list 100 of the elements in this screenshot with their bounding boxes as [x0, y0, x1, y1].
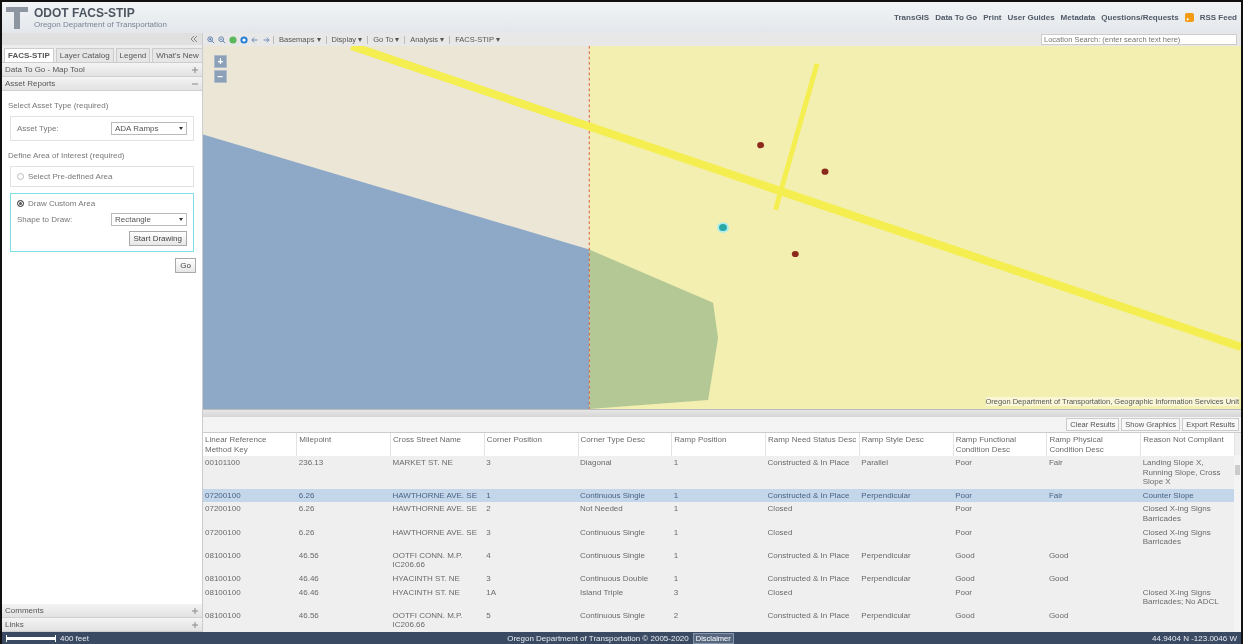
table-cell-text: Good: [954, 573, 976, 586]
zoom-in-icon[interactable]: [207, 35, 215, 44]
table-cell: 00101100: [203, 456, 297, 489]
table-cell-text: Poor: [954, 586, 974, 599]
table-cell-text: Good: [1047, 609, 1070, 622]
table-cell-text: 08100100: [204, 586, 242, 599]
table-cell-text: 46.46: [297, 586, 320, 599]
go-button[interactable]: Go: [175, 258, 196, 273]
table-cell: Poor: [953, 488, 1047, 503]
table-cell: Poor: [953, 456, 1047, 489]
header-link[interactable]: Data To Go: [935, 13, 978, 22]
table-cell-text: Closed X-ing Signs Barricades; No ADCL: [1141, 586, 1220, 609]
sidebar-tab[interactable]: What's New: [152, 48, 203, 62]
table-cell-text: HAWTHORNE AVE. SE: [391, 526, 478, 539]
table-cell: Fair: [1046, 488, 1141, 503]
table-cell-text: 3: [485, 526, 492, 539]
radio-button[interactable]: [17, 173, 24, 180]
table-cell: 6.26: [296, 488, 391, 503]
table-cell: Closed X-ing Signs Barricades: [1140, 502, 1235, 526]
sidebar-tab[interactable]: Legend: [115, 48, 151, 62]
sidebar-tab[interactable]: FACS-STIP: [4, 48, 54, 62]
accordion-header[interactable]: Data To Go - Map Tool: [2, 63, 202, 77]
table-cell: Poor: [953, 502, 1047, 526]
coordinates-text: 44.9404 N -123.0046 W: [1152, 633, 1237, 643]
collapse-icon[interactable]: [189, 35, 198, 43]
table-cell-text: Continuous Single: [579, 526, 646, 539]
radio-button[interactable]: [17, 200, 24, 207]
table-cell: Landing Slope X, Running Slope, Cross Slope X: [1140, 456, 1235, 489]
forward-arrow-icon[interactable]: [262, 35, 270, 44]
section-heading: Define Area of Interest (required): [8, 151, 126, 160]
table-cell-text: Closed: [766, 526, 794, 539]
splitter-bar[interactable]: [203, 408, 1241, 417]
table-cell-text: Good: [1047, 549, 1070, 562]
table-cell-text: Good: [1047, 573, 1070, 586]
sidebar-tab[interactable]: Layer Catalog: [55, 48, 114, 62]
globe-icon[interactable]: [229, 35, 237, 44]
table-cell-text: Continuous Single: [579, 609, 646, 622]
table-cell-text: Island Triple: [579, 586, 625, 599]
expand-icon: [191, 620, 199, 629]
header-link[interactable]: User Guides: [1007, 13, 1055, 22]
table-cell-text: 6.26: [297, 526, 316, 539]
table-cell: 07200100: [203, 502, 297, 526]
table-cell: 2: [484, 502, 579, 526]
table-cell: Parallel: [859, 456, 954, 489]
accordion-header[interactable]: Comments: [2, 604, 202, 618]
table-cell-text: 08100100: [204, 549, 242, 562]
scrollbar[interactable]: [1234, 454, 1241, 632]
table-cell: Fair: [1046, 456, 1141, 489]
accordion-header[interactable]: Links: [2, 618, 202, 632]
shape-dropdown[interactable]: Rectangle: [111, 213, 187, 226]
table-cell: Diagonal: [578, 456, 672, 489]
table-cell: Perpendicular: [859, 488, 954, 503]
table-cell: Continuous Single: [578, 488, 672, 503]
table-cell-text: Continuous Double: [579, 573, 650, 586]
table-cell: 1: [671, 488, 766, 503]
scale-bar-icon: [6, 634, 56, 642]
table-cell-text: 08100100: [204, 573, 242, 586]
table-cell-text: Perpendicular: [860, 609, 912, 622]
table-cell-text: Good: [954, 609, 976, 622]
table-cell-text: Good: [954, 549, 976, 562]
header-link[interactable]: Questions/Requests: [1101, 13, 1179, 22]
start-drawing-button[interactable]: Start Drawing: [128, 231, 187, 246]
copyright-text: Oregon Department of Transportation © 2005-2020: [507, 633, 689, 643]
table-cell: 236.13: [296, 456, 391, 489]
section-heading: Select Asset Type (required): [8, 101, 110, 110]
table-cell: Counter Slope: [1140, 488, 1235, 503]
header-link[interactable]: Print: [983, 13, 1002, 22]
full-extent-icon[interactable]: [240, 35, 248, 44]
table-cell-text: Perpendicular: [860, 549, 912, 562]
table-cell-text: Perpendicular: [860, 573, 912, 586]
table-cell-text: Closed: [766, 586, 794, 599]
table-cell-text: 2: [672, 609, 680, 622]
table-cell-text: 1: [672, 526, 680, 539]
table-cell-text: 07200100: [204, 526, 242, 539]
table-cell: 1: [671, 502, 766, 526]
app-title: ODOT FACS-STIP: [34, 6, 136, 20]
table-cell: 3: [484, 456, 579, 489]
table-cell-text: 1: [672, 549, 680, 562]
option-label: Select Pre-defined Area: [28, 172, 113, 181]
column-header[interactable]: Linear Reference Method Key: [203, 432, 297, 457]
table-cell: 6.26: [296, 502, 391, 526]
accordion-header[interactable]: Asset Reports: [2, 77, 202, 91]
back-arrow-icon[interactable]: [251, 35, 259, 44]
table-cell-text: 46.56: [297, 609, 320, 622]
table-cell-text: Constructed & In Place: [766, 549, 851, 562]
table-cell-text: OOTFI CONN. M.P. IC206.66: [391, 609, 464, 632]
field-label: Asset Type:: [17, 124, 59, 133]
app-subtitle: Oregon Department of Transportation: [34, 20, 167, 29]
table-cell-text: 1A: [485, 586, 498, 599]
header-link[interactable]: Metadata: [1060, 13, 1096, 22]
table-cell: Constructed & In Place: [765, 488, 860, 503]
table-cell: 07200100: [203, 488, 297, 503]
table-cell-text: 46.46: [297, 573, 320, 586]
zoom-out-icon[interactable]: [218, 35, 226, 44]
header-link[interactable]: TransGIS: [894, 13, 930, 22]
table-cell-text: 3: [485, 573, 492, 586]
table-cell: Constructed & In Place: [765, 456, 860, 489]
table-cell: HAWTHORNE AVE. SE: [390, 488, 485, 503]
rss-link[interactable]: RSS Feed: [1199, 13, 1237, 22]
asset-type-dropdown[interactable]: ADA Ramps: [111, 122, 187, 135]
